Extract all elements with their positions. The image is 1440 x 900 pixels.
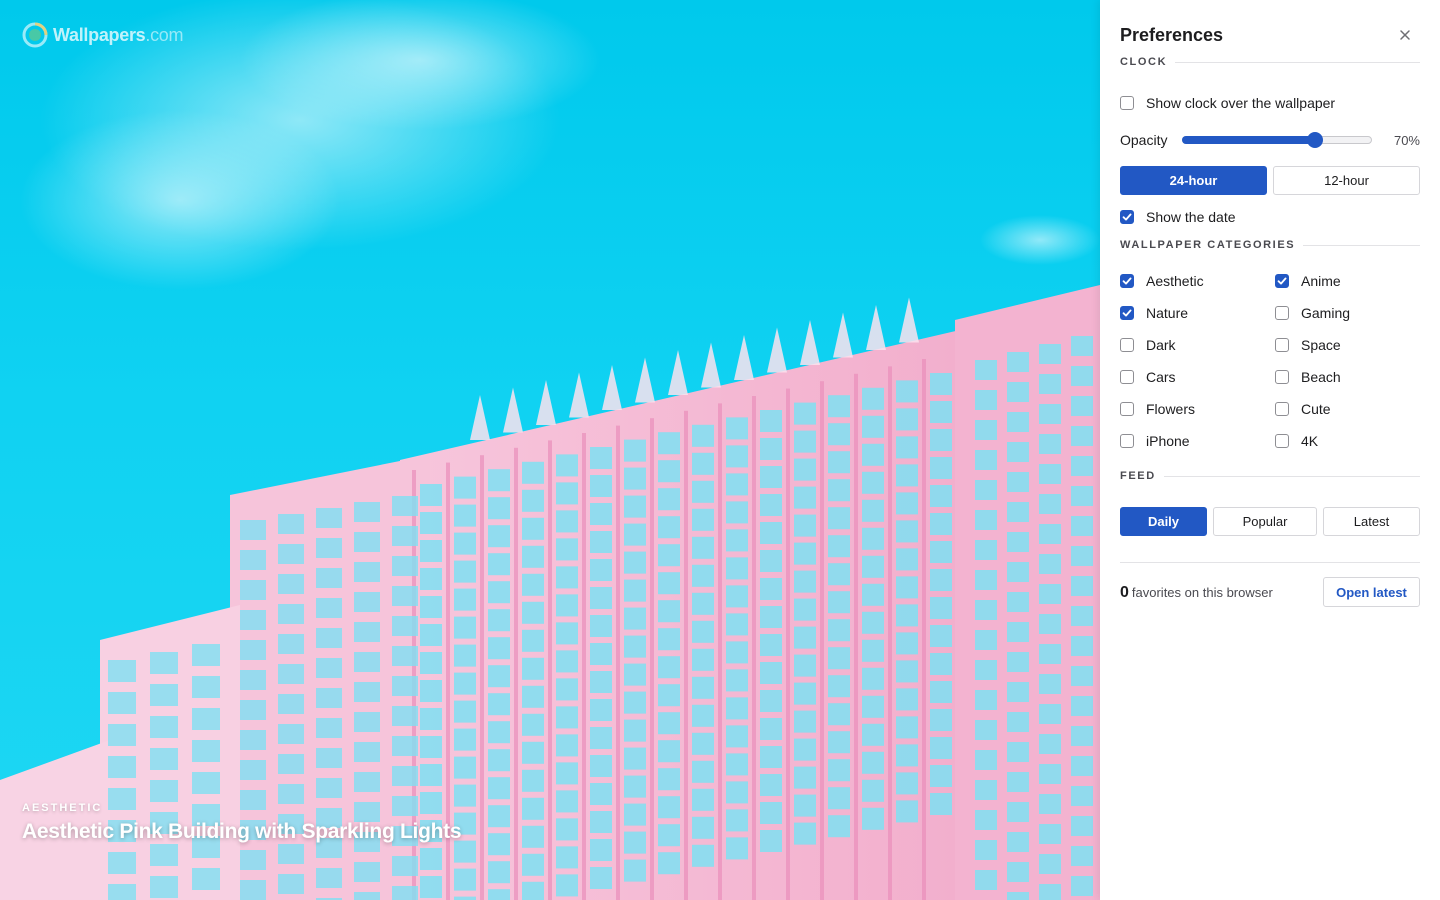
panel-title: Preferences bbox=[1120, 25, 1224, 45]
show-date-option[interactable]: Show the date bbox=[1120, 209, 1236, 225]
category-option-cars[interactable]: Cars bbox=[1120, 369, 1176, 385]
show-clock-option[interactable]: Show clock over the wallpaper bbox=[1120, 95, 1335, 111]
opacity-slider-thumb[interactable] bbox=[1307, 132, 1323, 148]
category-checkbox[interactable] bbox=[1120, 434, 1134, 448]
feed-section-header: FEED bbox=[1120, 470, 1420, 482]
category-label: Space bbox=[1301, 337, 1341, 353]
logo-text: Wallpapers.com bbox=[53, 24, 184, 45]
feed-latest-button[interactable]: Latest bbox=[1323, 507, 1420, 536]
category-option-anime[interactable]: Anime bbox=[1275, 273, 1341, 289]
category-option-iphone[interactable]: iPhone bbox=[1120, 433, 1190, 449]
show-date-checkbox[interactable] bbox=[1120, 210, 1134, 224]
category-checkbox[interactable] bbox=[1275, 402, 1289, 416]
category-label: Dark bbox=[1146, 337, 1176, 353]
wallpaper-category: AESTHETIC bbox=[22, 802, 103, 814]
show-clock-label: Show clock over the wallpaper bbox=[1146, 95, 1336, 111]
check-icon bbox=[1122, 309, 1132, 317]
clock-format-24-hour-button[interactable]: 24-hour bbox=[1120, 166, 1267, 195]
show-date-label: Show the date bbox=[1146, 209, 1236, 225]
favorites-text: favorites on this browser bbox=[1131, 585, 1273, 600]
section-divider bbox=[1175, 61, 1420, 63]
category-option-dark[interactable]: Dark bbox=[1120, 337, 1176, 353]
feed-popular-button[interactable]: Popular bbox=[1213, 507, 1317, 536]
logo-icon bbox=[22, 22, 48, 48]
favorites-summary: 0 favorites on this browser bbox=[1120, 584, 1273, 602]
category-label: Flowers bbox=[1146, 401, 1196, 417]
opacity-row: Opacity 70% bbox=[1120, 130, 1420, 150]
wallpaper-image bbox=[0, 0, 1100, 900]
category-checkbox[interactable] bbox=[1120, 306, 1134, 320]
category-checkbox[interactable] bbox=[1120, 370, 1134, 384]
wallpaper-caption: AESTHETIC Aesthetic Pink Building with S… bbox=[22, 802, 462, 844]
category-label: Gaming bbox=[1301, 305, 1351, 321]
category-label: iPhone bbox=[1146, 433, 1190, 449]
feed-section-label: FEED bbox=[1120, 470, 1156, 482]
categories-section-header: WALLPAPER CATEGORIES bbox=[1120, 239, 1420, 251]
category-checkbox[interactable] bbox=[1275, 338, 1289, 352]
category-label: Anime bbox=[1301, 273, 1341, 289]
category-label: Beach bbox=[1301, 369, 1341, 385]
category-option-beach[interactable]: Beach bbox=[1275, 369, 1341, 385]
clock-section-label: CLOCK bbox=[1120, 56, 1168, 68]
opacity-label: Opacity bbox=[1120, 132, 1168, 148]
panel-divider bbox=[1120, 562, 1420, 563]
category-option-space[interactable]: Space bbox=[1275, 337, 1341, 353]
feed-daily-button[interactable]: Daily bbox=[1120, 507, 1207, 536]
wallpaper: Wallpapers.com AESTHETIC Aesthetic Pink … bbox=[0, 0, 1100, 900]
category-option-4k[interactable]: 4K bbox=[1275, 433, 1318, 449]
category-option-flowers[interactable]: Flowers bbox=[1120, 401, 1195, 417]
clock-section-header: CLOCK bbox=[1120, 56, 1420, 68]
show-clock-checkbox[interactable] bbox=[1120, 96, 1134, 110]
check-icon bbox=[1277, 277, 1287, 285]
opacity-slider-fill bbox=[1182, 136, 1315, 144]
category-checkbox[interactable] bbox=[1275, 274, 1289, 288]
feed-toggle: Daily Popular Latest bbox=[1120, 507, 1420, 536]
category-option-gaming[interactable]: Gaming bbox=[1275, 305, 1350, 321]
opacity-value: 70% bbox=[1393, 132, 1420, 148]
category-option-aesthetic[interactable]: Aesthetic bbox=[1120, 273, 1204, 289]
close-icon[interactable] bbox=[1396, 26, 1414, 44]
preferences-panel: Preferences CLOCK Show clock over the wa… bbox=[1100, 0, 1440, 900]
section-divider bbox=[1303, 244, 1420, 246]
categories-section-label: WALLPAPER CATEGORIES bbox=[1120, 239, 1296, 251]
category-label: Aesthetic bbox=[1146, 273, 1204, 289]
category-label: Cute bbox=[1301, 401, 1331, 417]
category-checkbox[interactable] bbox=[1275, 306, 1289, 320]
open-latest-button[interactable]: Open latest bbox=[1323, 577, 1420, 607]
category-option-nature[interactable]: Nature bbox=[1120, 305, 1188, 321]
category-label: 4K bbox=[1301, 433, 1319, 449]
category-checkbox[interactable] bbox=[1120, 402, 1134, 416]
clock-format-12-hour-button[interactable]: 12-hour bbox=[1273, 166, 1420, 195]
category-checkbox[interactable] bbox=[1120, 274, 1134, 288]
favorites-count: 0 bbox=[1120, 584, 1129, 601]
category-checkbox[interactable] bbox=[1275, 370, 1289, 384]
check-icon bbox=[1122, 213, 1132, 221]
category-label: Nature bbox=[1146, 305, 1189, 321]
category-checkbox[interactable] bbox=[1275, 434, 1289, 448]
opacity-slider[interactable] bbox=[1182, 132, 1372, 148]
category-option-cute[interactable]: Cute bbox=[1275, 401, 1331, 417]
site-logo[interactable]: Wallpapers.com bbox=[22, 22, 183, 48]
check-icon bbox=[1122, 277, 1132, 285]
clock-format-toggle: 24-hour 12-hour bbox=[1120, 166, 1420, 195]
category-label: Cars bbox=[1146, 369, 1176, 385]
section-divider bbox=[1163, 475, 1420, 477]
wallpaper-title[interactable]: Aesthetic Pink Building with Sparkling L… bbox=[22, 820, 462, 844]
category-checkbox[interactable] bbox=[1120, 338, 1134, 352]
